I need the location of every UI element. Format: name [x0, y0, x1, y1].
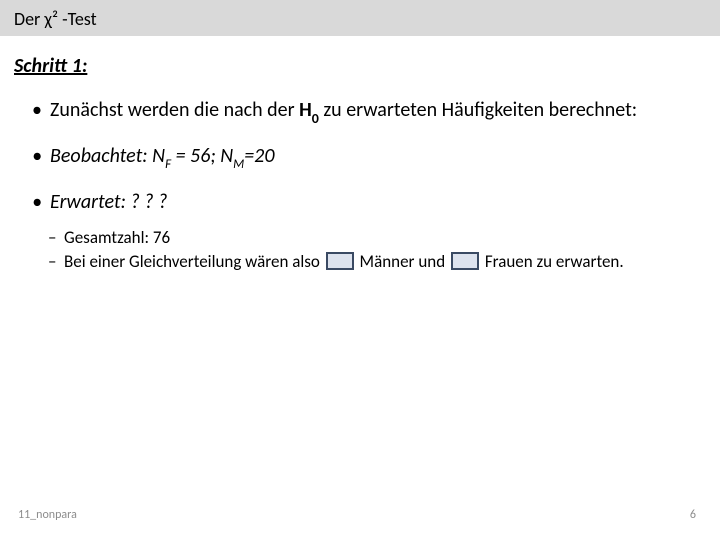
text: = 56; N [171, 144, 233, 168]
text: Frauen zu erwarten. [481, 251, 624, 272]
blank-box-women [451, 252, 479, 270]
bullet-list: Zunächst werden die nach der H0 zu erwar… [14, 98, 706, 215]
step-heading: Schritt 1: [14, 54, 706, 78]
text: Erwartet: ? ? ? [50, 190, 167, 214]
title-bar: Der χ² -Test [0, 0, 720, 36]
text: Männer und [356, 251, 449, 272]
text: =20 [244, 144, 274, 168]
sub-item-1: Gesamtzahl: 76 [48, 227, 706, 249]
slide-title: Der χ² -Test [14, 8, 97, 30]
sub-list: Gesamtzahl: 76 Bei einer Gleichverteilun… [14, 227, 706, 273]
bullet-1: Zunächst werden die nach der H0 zu erwar… [32, 98, 706, 126]
sub-f: F [165, 157, 171, 172]
text: Beobachtet: N [50, 144, 165, 168]
text: Gesamtzahl: 76 [64, 227, 170, 248]
bullet-3: Erwartet: ? ? ? [32, 190, 706, 215]
footer: 11_nonpara 6 [18, 508, 696, 522]
footer-left: 11_nonpara [18, 508, 77, 522]
h0-symbol: H0 [299, 98, 319, 122]
bullet-2: Beobachtet: NF = 56; NM=20 [32, 144, 706, 172]
text: Zunächst werden die nach der [50, 98, 299, 122]
h0-sub: 0 [312, 110, 319, 127]
footer-page-number: 6 [690, 508, 696, 522]
slide-body: Schritt 1: Zunächst werden die nach der … [0, 36, 720, 273]
slide: Der χ² -Test Schritt 1: Zunächst werden … [0, 0, 720, 540]
blank-box-men [326, 252, 354, 270]
text: Bei einer Gleichverteilung wären also [64, 251, 324, 272]
sub-item-2: Bei einer Gleichverteilung wären also Mä… [48, 251, 706, 273]
h0-h: H [299, 98, 312, 122]
text: zu erwarteten Häufigkeiten berechnet: [319, 98, 637, 122]
sub-m: M [233, 157, 244, 172]
